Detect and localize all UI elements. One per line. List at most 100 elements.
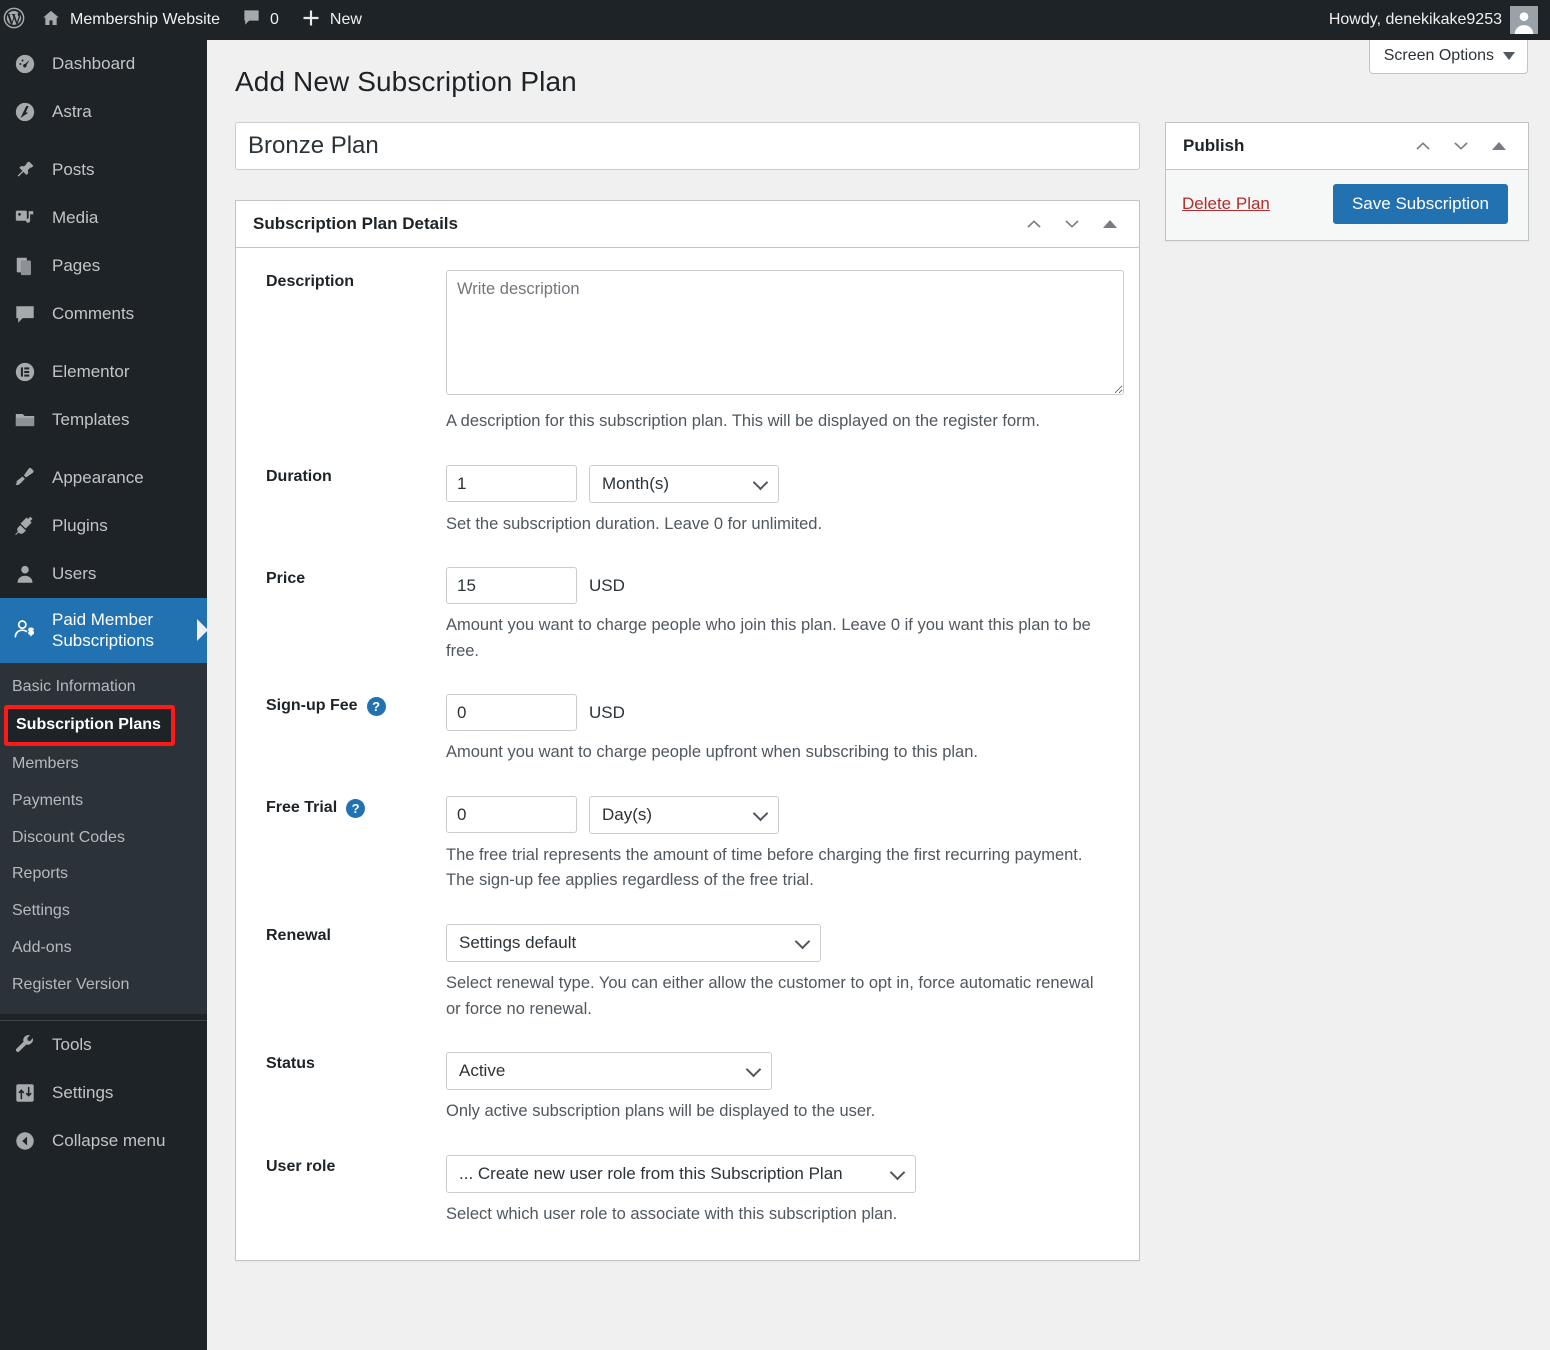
screen-options-label: Screen Options [1383,47,1494,64]
sidebar-item-posts[interactable]: Posts [0,146,207,194]
panel-handle-actions [1023,213,1127,235]
plan-name-input[interactable] [235,122,1140,170]
field-price: Price USD Amount you want to charge peop… [250,567,1125,664]
sidebar-item-label: Appearance [52,468,144,488]
comments-menu[interactable]: 0 [231,0,290,40]
side-column: Publish Delete Plan Save Subscription [1165,122,1529,241]
howdy-label: Howdy, denekikake9253 [1328,11,1502,28]
signup-fee-help: Amount you want to charge people upfront… [446,743,978,762]
paintbrush-icon [12,465,38,491]
price-input[interactable] [446,567,577,605]
field-status: Status Active Only active subscription p… [250,1052,1125,1125]
user-role-label: User role [266,1157,336,1175]
chevron-down-icon [752,805,769,822]
chevron-down-icon[interactable] [1450,135,1472,157]
duration-unit-select[interactable]: Month(s) [589,464,779,503]
user-role-help: Select which user role to associate with… [446,1204,898,1223]
account-menu[interactable]: Howdy, denekikake9253 [1318,0,1502,40]
status-select[interactable]: Active [446,1052,772,1091]
sidebar-item-elementor[interactable]: Elementor [0,348,207,396]
price-currency-label: USD [589,575,625,595]
renewal-label: Renewal [266,926,331,944]
sidebar-item-paid-member-subscriptions[interactable]: $ Paid Member Subscriptions [0,598,207,663]
submenu-item-members[interactable]: Members [0,746,207,783]
sidebar-separator [0,338,207,348]
signup-fee-input[interactable] [446,694,577,732]
field-label: Sign-up Fee ? [250,694,446,766]
sidebar-item-label: Tools [52,1035,92,1055]
chevron-down-icon [794,933,811,950]
description-textarea[interactable] [446,270,1124,395]
delete-plan-link[interactable]: Delete Plan [1182,194,1270,214]
triangle-up-icon[interactable] [1488,135,1510,157]
sidebar-item-label: Templates [52,410,130,430]
sidebar-item-plugins[interactable]: Plugins [0,502,207,550]
sidebar-item-label: Elementor [52,362,130,382]
free-trial-input[interactable] [446,796,577,834]
sidebar-item-astra[interactable]: Astra [0,88,207,136]
screen-options-button[interactable]: Screen Options [1368,40,1528,74]
sidebar-separator [0,444,207,454]
submenu-item-settings[interactable]: Settings [0,893,207,930]
sidebar-item-tools[interactable]: Tools [0,1021,207,1069]
sidebar-item-media[interactable]: Media [0,194,207,242]
field-label: Description [250,270,446,435]
submenu-item-register-version[interactable]: Register Version [0,967,207,1004]
status-help: Only active subscription plans will be d… [446,1102,876,1121]
field-control: Active Only active subscription plans wi… [446,1052,1125,1125]
submenu-item-subscription-plans[interactable]: Subscription Plans [4,705,175,747]
sidebar-item-pages[interactable]: Pages [0,242,207,290]
site-name-menu[interactable]: Membership Website [30,0,231,40]
free-trial-label: Free Trial [266,798,338,816]
triangle-up-icon[interactable] [1099,213,1121,235]
question-mark-icon[interactable]: ? [346,798,366,818]
description-help: A description for this subscription plan… [446,412,1040,430]
renewal-help: Select renewal type. You can either allo… [446,973,1094,1018]
comment-bubble-icon [242,8,261,32]
submenu-item-reports[interactable]: Reports [0,856,207,893]
pages-stack-icon [12,253,38,279]
sidebar-item-users[interactable]: Users [0,550,207,598]
media-photo-music-icon [12,205,38,231]
submenu-item-payments[interactable]: Payments [0,783,207,820]
submenu-highlight-wrap: Subscription Plans [0,705,207,747]
sidebar-item-appearance[interactable]: Appearance [0,454,207,502]
sidebar-item-collapse-menu[interactable]: Collapse menu [0,1117,207,1165]
panel-body: Description A description for this subsc… [236,248,1139,1260]
new-content-menu[interactable]: New [290,0,373,40]
svg-text:$: $ [28,627,34,638]
duration-help: Set the subscription duration. Leave 0 f… [446,514,823,533]
sidebar-item-templates[interactable]: Templates [0,396,207,444]
sidebar-item-comments[interactable]: Comments [0,290,207,338]
wordpress-logo-button[interactable] [0,0,30,40]
admin-sidebar: Dashboard Astra Posts Media Pages Commen… [0,40,207,1350]
status-value: Active [459,1061,506,1081]
duration-label: Duration [266,467,332,485]
user-role-select[interactable]: ... Create new user role from this Subsc… [446,1154,916,1193]
avatar[interactable] [1510,6,1538,34]
collapse-arrow-icon [12,1128,38,1154]
free-trial-unit-select[interactable]: Day(s) [589,795,779,834]
chevron-up-icon[interactable] [1412,135,1434,157]
chevron-up-icon[interactable] [1023,213,1045,235]
sidebar-item-label: Pages [52,256,101,276]
home-icon [41,8,61,33]
duration-input[interactable] [446,465,577,503]
chevron-down-icon[interactable] [1061,213,1083,235]
sidebar-separator [0,136,207,146]
field-label: Renewal [250,924,446,1022]
panel-title: Subscription Plan Details [253,214,458,233]
submenu-item-add-ons[interactable]: Add-ons [0,930,207,967]
member-dollar-icon: $ [12,617,38,643]
duration-unit-value: Month(s) [602,473,670,493]
save-subscription-button[interactable]: Save Subscription [1332,184,1508,224]
sidebar-item-dashboard[interactable]: Dashboard [0,40,207,88]
panel-header: Subscription Plan Details [236,201,1139,248]
question-mark-icon[interactable]: ? [366,697,386,717]
sidebar-item-settings[interactable]: Settings [0,1069,207,1117]
field-control: Settings default Select renewal type. Yo… [446,923,1125,1022]
signup-fee-label: Sign-up Fee [266,697,358,715]
submenu-item-basic-information[interactable]: Basic Information [0,669,207,706]
renewal-select[interactable]: Settings default [446,923,821,962]
submenu-item-discount-codes[interactable]: Discount Codes [0,820,207,857]
